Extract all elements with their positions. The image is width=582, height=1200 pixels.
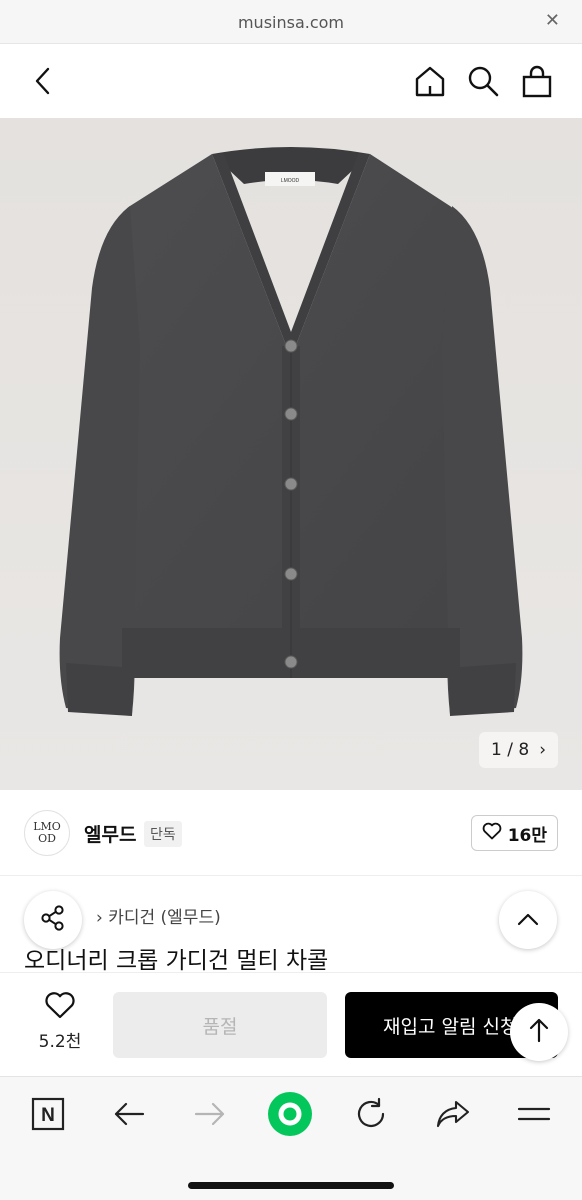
wish-count: 5.2천 bbox=[38, 1032, 82, 1052]
heart-icon bbox=[482, 822, 502, 845]
green-dot-icon[interactable] bbox=[267, 1091, 313, 1137]
brand-like-button[interactable]: 16만 bbox=[470, 815, 558, 851]
menu-icon[interactable] bbox=[511, 1091, 557, 1137]
browser-url-bar: musinsa.com ✕ bbox=[0, 0, 582, 44]
share-button[interactable] bbox=[24, 891, 82, 949]
category-breadcrumb[interactable]: › 카디건 (엘무드) bbox=[96, 903, 221, 928]
gallery-counter[interactable]: 1 / 8 › bbox=[479, 732, 558, 768]
arrow-up-icon bbox=[528, 1017, 550, 1047]
forward-arrow-icon bbox=[187, 1091, 233, 1137]
share-icon bbox=[39, 904, 67, 936]
browser-toolbar: N bbox=[0, 1076, 582, 1200]
share-icon[interactable] bbox=[430, 1091, 476, 1137]
naver-n-label: N bbox=[41, 1105, 55, 1126]
purchase-bar: 5.2천 품절 재입고 알림 신청 bbox=[0, 972, 582, 1076]
scroll-to-top-button[interactable] bbox=[510, 1003, 568, 1061]
brand-logo-text: LMOOD bbox=[33, 820, 61, 845]
product-image-gallery[interactable]: LMOOD 1 / 8 › bbox=[0, 118, 582, 790]
close-icon[interactable]: ✕ bbox=[545, 10, 560, 31]
chevron-right-icon: › bbox=[539, 740, 546, 760]
collapse-button[interactable] bbox=[499, 891, 557, 949]
brand-logo[interactable]: LMOOD bbox=[24, 810, 70, 856]
back-icon[interactable] bbox=[24, 62, 62, 100]
brand-name[interactable]: 엘무드 bbox=[84, 820, 136, 847]
naver-n-icon[interactable]: N bbox=[25, 1091, 71, 1137]
product-title: 오디너리 크롭 가디건 멀티 차콜 bbox=[24, 948, 329, 974]
soldout-button[interactable]: 품절 bbox=[113, 992, 327, 1058]
chevron-up-icon bbox=[517, 911, 539, 930]
refresh-icon[interactable] bbox=[348, 1091, 394, 1137]
url-text[interactable]: musinsa.com bbox=[0, 13, 582, 32]
heart-icon bbox=[24, 991, 96, 1021]
search-icon[interactable] bbox=[464, 62, 502, 100]
brand-row: LMOOD 엘무드 단독 16만 bbox=[0, 790, 582, 876]
exclusive-badge: 단독 bbox=[144, 821, 182, 847]
shopping-bag-icon[interactable] bbox=[518, 62, 556, 100]
home-icon[interactable] bbox=[411, 62, 449, 100]
brand-like-count: 16만 bbox=[507, 825, 547, 846]
home-indicator bbox=[188, 1182, 394, 1189]
back-arrow-icon[interactable] bbox=[106, 1091, 152, 1137]
gallery-counter-text: 1 / 8 bbox=[491, 740, 530, 760]
cardigan-image: LMOOD bbox=[0, 118, 582, 790]
cardigan-label-tag: LMOOD bbox=[281, 178, 300, 184]
wish-button[interactable]: 5.2천 bbox=[24, 991, 96, 1052]
app-header bbox=[0, 44, 582, 118]
